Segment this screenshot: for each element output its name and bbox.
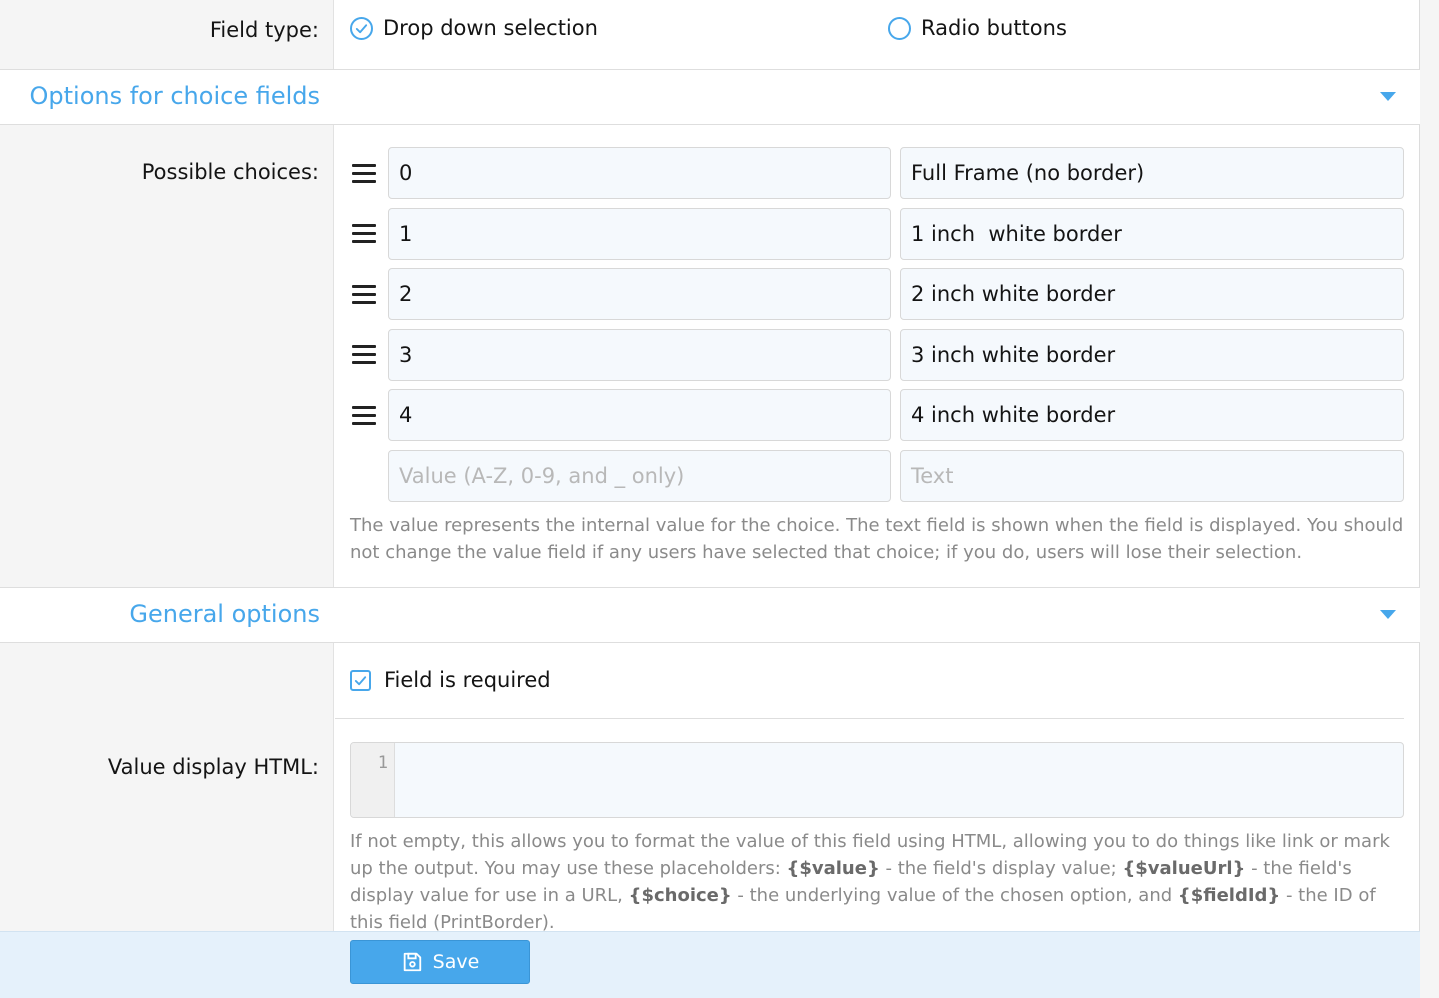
drag-handle-icon[interactable] [352,406,376,426]
choice-section-header[interactable]: Options for choice fields [0,70,1420,125]
save-button[interactable]: Save [350,940,530,984]
choice-value-input[interactable]: 1 [388,208,891,260]
checkbox-label: Field is required [384,668,551,692]
line-number: 1 [377,753,388,773]
choice-text-input[interactable]: 2 inch white border [900,268,1404,320]
radio-label: Radio buttons [921,16,1067,40]
choice-text-input[interactable]: 3 inch white border [900,329,1404,381]
hint-text: - the field's display value; [879,858,1123,879]
placeholder-fieldid: {$fieldId} [1177,885,1281,906]
placeholder-choice: {$choice} [628,885,732,906]
drag-handle-icon[interactable] [352,224,376,244]
radio-label: Drop down selection [383,16,598,40]
drag-handle-icon[interactable] [352,285,376,305]
drag-handle-icon[interactable] [352,164,376,184]
floppy-disk-icon [403,952,421,972]
placeholder-valueurl: {$valueUrl} [1122,858,1246,879]
value-display-hint: If not empty, this allows you to format … [350,828,1410,936]
possible-choices-label: Possible choices: [141,160,319,184]
label-column [0,125,334,587]
radio-dropdown-selection[interactable]: Drop down selection [350,16,598,40]
choice-value-input[interactable]: 2 [388,268,891,320]
general-section-header[interactable]: General options [0,588,1420,643]
radio-empty-icon [888,16,911,40]
placeholder-value: {$value} [786,858,880,879]
save-label: Save [432,951,480,973]
new-choice-text-input[interactable]: Text [900,450,1404,502]
new-choice-value-input[interactable]: Value (A-Z, 0-9, and _ only) [388,450,891,502]
field-edit-panel: Field type: Drop down selection Radio bu… [0,0,1420,998]
caret-down-icon[interactable] [1380,92,1396,101]
section-title[interactable]: General options [129,600,320,628]
code-editor[interactable]: 1 [350,742,1404,818]
page-background [1420,0,1439,998]
choice-text-input[interactable]: 4 inch white border [900,389,1404,441]
choice-value-input[interactable]: 3 [388,329,891,381]
form-footer [0,931,1420,998]
field-type-label: Field type: [209,18,319,42]
choice-text-input[interactable]: Full Frame (no border) [900,147,1404,199]
choice-value-input[interactable]: 4 [388,389,891,441]
choice-value-input[interactable]: 0 [388,147,891,199]
divider [335,718,1404,719]
radio-radio-buttons[interactable]: Radio buttons [888,16,1067,40]
check-circle-icon [350,16,373,40]
hint-text: - the underlying value of the chosen opt… [731,885,1178,906]
field-required-checkbox[interactable]: Field is required [350,668,551,692]
checkbox-check-icon [350,669,371,691]
section-title[interactable]: Options for choice fields [30,82,321,110]
drag-handle-icon[interactable] [352,345,376,365]
line-number-gutter: 1 [351,743,395,817]
value-display-html-label: Value display HTML: [107,755,319,779]
choice-text-input[interactable]: 1 inch white border [900,208,1404,260]
choices-hint: The value represents the internal value … [350,515,1404,563]
label-column [0,643,334,931]
caret-down-icon[interactable] [1380,610,1396,619]
